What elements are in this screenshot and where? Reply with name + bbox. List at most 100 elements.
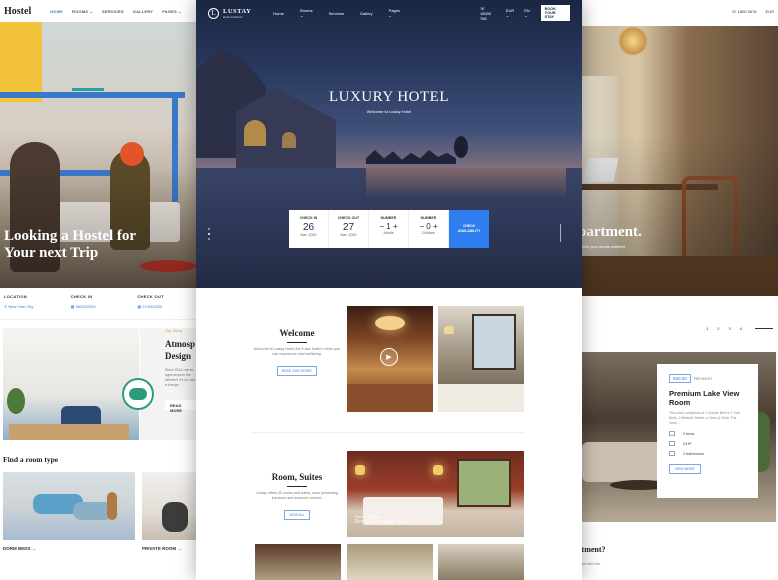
- room-price-unit: PER NIGHT: [693, 376, 713, 381]
- checkout-label: CHECK OUT: [137, 294, 164, 299]
- dorm-beds-image[interactable]: [3, 472, 135, 540]
- book-your-stay-button[interactable]: BOOK YOUR STAY: [540, 5, 570, 21]
- children-value[interactable]: − 0 +: [409, 222, 448, 231]
- checkin-field[interactable]: CHECK IN ▦ 26/03/2020: [67, 288, 134, 319]
- title-underline: [287, 486, 307, 487]
- checkin-field[interactable]: CHECK IN 26 Mar, 2020: [289, 210, 329, 248]
- checkin-day: 26: [302, 222, 315, 233]
- story-title: Atmosp Design: [165, 339, 196, 361]
- nav-home[interactable]: HOME: [50, 9, 63, 14]
- room-description: This room comprises of 1 Double Bed or 2…: [669, 411, 741, 425]
- currency-dropdown[interactable]: EUR ⌄: [506, 8, 514, 18]
- lustay-logo-sub: Hotel & Resort: [223, 14, 243, 19]
- slider-dots: [208, 228, 210, 240]
- featured-suite-caption: From €140/night Royal Arrondire Suite: [355, 515, 408, 525]
- badge-owl-icon: [129, 388, 147, 400]
- phone-text: 18000 786: [480, 10, 492, 21]
- room-title[interactable]: Premium Lake View Room: [669, 389, 746, 407]
- nav-services[interactable]: Services: [329, 11, 344, 16]
- location-label: LOCATION: [4, 294, 27, 299]
- restaurant-video-image[interactable]: ▶: [347, 306, 433, 412]
- welcome-section: Welcome Welcome to Lustay Hotel, the 5-s…: [252, 328, 342, 377]
- lit-arch: [244, 120, 266, 146]
- hostel-logo[interactable]: Hostel: [4, 6, 31, 17]
- nav-gallery[interactable]: Gallery: [360, 11, 373, 16]
- slider-dot[interactable]: [208, 228, 210, 230]
- sofa: [582, 442, 662, 482]
- lustay-logo-name: LUSTAY: [223, 7, 252, 15]
- silhouette-crowd: [366, 150, 456, 164]
- lustay-logo[interactable]: L LUSTAY Hotel & Resort: [208, 7, 251, 19]
- featured-suite-image[interactable]: From €140/night Royal Arrondire Suite: [347, 451, 524, 537]
- apartment-phone-text: 1800 5678: [737, 8, 757, 14]
- children-unit: Children: [421, 231, 436, 235]
- hostel-page: Hostel HOME ROOMS ⌄ SERVICES GALLERY PAG…: [0, 0, 200, 580]
- room-thumbnail[interactable]: [347, 544, 433, 580]
- adults-value[interactable]: − 1 +: [369, 222, 408, 231]
- hero-shade: [578, 26, 778, 296]
- phone-link[interactable]: ☏ 18000 786: [480, 6, 496, 21]
- lustay-navbar: L LUSTAY Hotel & Resort Home Rooms ⌄ Ser…: [196, 0, 582, 26]
- location-field[interactable]: LOCATION ⊙ New York City: [0, 288, 67, 319]
- nav-pages[interactable]: PAGES ⌄: [162, 9, 182, 14]
- next-arrow-icon[interactable]: [754, 328, 773, 329]
- checkin-value-text: 26/03/2020: [75, 304, 96, 309]
- private-room-link[interactable]: PRIVATE ROOM →: [142, 546, 182, 551]
- hostel-booking-bar: LOCATION ⊙ New York City CHECK IN ▦ 26/0…: [0, 288, 200, 320]
- view-more-button[interactable]: VIEW MORE: [669, 464, 701, 474]
- welcome-text: Welcome to Lustay Hotel, the 5-star hote…: [253, 347, 341, 356]
- nav-services[interactable]: SERVICES: [102, 9, 124, 14]
- apartment-navbar: ☏ 1800 5678 EUR: [578, 0, 778, 22]
- view-all-button[interactable]: VIEW ALL: [284, 510, 310, 520]
- checkout-field[interactable]: CHECK OUT 27 Mar, 2020: [329, 210, 369, 248]
- bedside-lamp: [355, 465, 365, 475]
- nav-rooms[interactable]: Rooms ⌄: [300, 8, 313, 18]
- read-more-button[interactable]: READ MORE: [165, 400, 199, 413]
- language-dropdown[interactable]: EN ⌄: [524, 8, 530, 18]
- slider-dot[interactable]: [208, 238, 210, 240]
- dorm-beds-link[interactable]: DORM BEDS →: [3, 546, 36, 551]
- page-3[interactable]: 3: [728, 326, 730, 331]
- page-1[interactable]: 1: [706, 326, 708, 331]
- checkout-value-text: 27/03/2020: [142, 304, 163, 309]
- featured-suite-name[interactable]: Royal Arrondire Suite: [355, 519, 408, 525]
- private-room-image[interactable]: [142, 472, 200, 540]
- read-our-story-button[interactable]: READ OUR STORY: [276, 366, 318, 376]
- room-thumbnail[interactable]: [438, 544, 524, 580]
- lustay-logo-mark: L: [208, 7, 219, 19]
- room-card: €50.00 PER NIGHT Premium Lake View Room …: [657, 364, 758, 498]
- bedside-lamp: [433, 465, 443, 475]
- checkout-label: CHECK OUT: [337, 216, 360, 220]
- children-label: NUMBER: [420, 216, 437, 220]
- apartment-phone[interactable]: ☏ 1800 5678: [732, 9, 757, 14]
- nav-pages[interactable]: Pages ⌄: [389, 8, 400, 18]
- page-4[interactable]: 4: [740, 326, 742, 331]
- checkin-label: CHECK IN: [70, 294, 93, 299]
- page-2[interactable]: 2: [717, 326, 719, 331]
- checkout-month: Mar, 2020: [340, 233, 357, 237]
- title-underline: [287, 342, 307, 343]
- nav-gallery[interactable]: GALLERY: [133, 9, 153, 14]
- bath-icon: [669, 451, 675, 456]
- adults-stepper[interactable]: NUMBER − 1 + Adults: [369, 210, 409, 248]
- checkin-month: Mar, 2020: [300, 233, 317, 237]
- apartment-hero-tagline: meets your needs whether: [578, 244, 626, 249]
- lustay-page: L LUSTAY Hotel & Resort Home Rooms ⌄ Ser…: [196, 0, 582, 580]
- lustay-hero-subtitle: Welcome to Lustay Hotel: [366, 109, 412, 114]
- room-thumbnail[interactable]: [255, 544, 341, 580]
- slider-dot-active[interactable]: [208, 233, 210, 235]
- rooms-section: Room, Suites Lustay offers 40 rooms and …: [252, 472, 342, 521]
- nav-rooms[interactable]: ROOMS ⌄: [72, 9, 93, 14]
- play-icon[interactable]: ▶: [380, 348, 398, 366]
- checkout-field[interactable]: CHECK OUT ▦ 27/03/2020: [133, 288, 200, 319]
- window: [472, 314, 516, 370]
- check-availability-button[interactable]: CHECK AVAILABILITY: [449, 210, 489, 248]
- room-price: €50.00 PER NIGHT: [669, 374, 746, 383]
- nav-home[interactable]: Home: [273, 11, 284, 16]
- lustay-logo-text: LUSTAY Hotel & Resort: [223, 8, 251, 19]
- person-dark: [162, 502, 188, 532]
- apartment-currency[interactable]: EUR: [766, 9, 774, 14]
- story-room-image: [3, 328, 139, 440]
- children-stepper[interactable]: NUMBER − 0 + Children: [409, 210, 449, 248]
- lit-arch-small: [282, 132, 296, 148]
